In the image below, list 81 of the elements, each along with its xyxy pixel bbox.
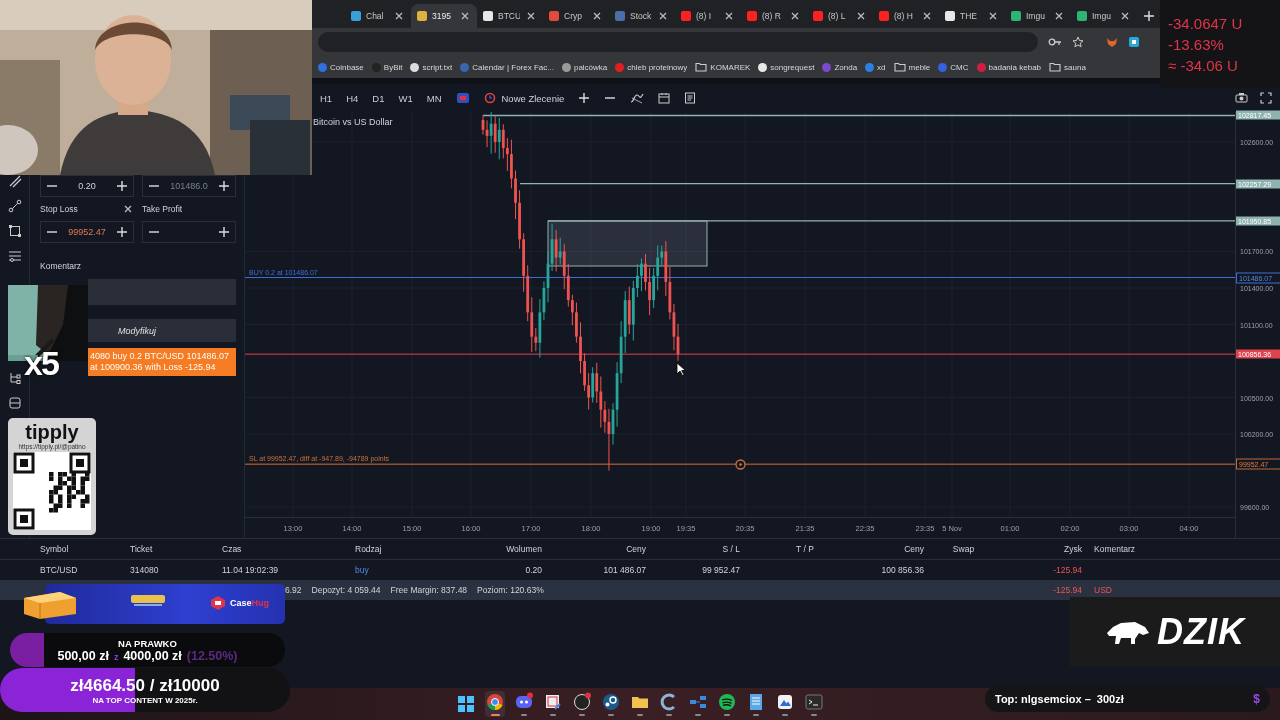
bookmark-link[interactable]: meble [908, 62, 931, 72]
dollar-icon: $ [1253, 692, 1260, 706]
table-cell-text: BTC/USD [40, 564, 79, 577]
column-header[interactable]: Ceny [870, 539, 924, 560]
column-header[interactable]: Zysk [1003, 539, 1082, 560]
bookmark-link[interactable]: script.txt [422, 62, 453, 72]
summary-text: Depozyt: 4 059.44 [311, 585, 381, 595]
currency-label: USD [1082, 580, 1280, 600]
bookmark-link[interactable]: chleb proteinowy [627, 62, 688, 72]
timeframe-button[interactable]: H4 [346, 92, 359, 104]
brand-logo: CaseHug [230, 598, 269, 608]
notification-banner: 4080 buy 0.2 BTC/USD 101486.07 at 100900.36 with Loss -125.94 [88, 348, 236, 376]
summary-text: 6.92 [285, 585, 302, 595]
table-cell-text: 314080 [130, 564, 160, 577]
column-header[interactable]: Ceny [542, 539, 646, 560]
column-header[interactable]: Swap [924, 539, 1003, 560]
column-header[interactable]: Komentarz [1082, 539, 1280, 560]
bookmark-link[interactable]: Calendar | Forex Fac... [472, 62, 554, 72]
table-cell-text: 99 952.47 [701, 564, 740, 577]
browser-tab[interactable]: (8) R [741, 4, 807, 28]
multiplier-text: x5 [24, 344, 58, 383]
summary-text: Poziom: 120.63% [477, 585, 544, 595]
browser-tab[interactable]: Chal [345, 4, 411, 28]
bookmark-link[interactable]: songrequest [770, 62, 815, 72]
summary-text: Free Margin: 837.48 [390, 585, 468, 595]
goal-percent: (12.50%) [186, 648, 238, 663]
browser-tab[interactable]: Cryp [543, 4, 609, 28]
bookmark-link[interactable]: badania kebab [988, 62, 1042, 72]
column-header[interactable]: Ticket [130, 539, 222, 560]
goal-title: NA PRAWKO [118, 637, 177, 649]
bookmark-link[interactable]: xd [877, 62, 886, 72]
brand-logo: DZIK [1157, 611, 1245, 653]
column-header[interactable]: T / P [740, 539, 870, 560]
summary-profit: -125.94 [1003, 580, 1082, 600]
browser-tab[interactable]: 3195 [411, 4, 477, 28]
chart-title: Bitcoin vs US Dollar [313, 117, 393, 127]
browser-tab[interactable]: THE [939, 4, 1005, 28]
stat-value: ≈ -34.06 U [1168, 56, 1239, 74]
stat-value: -13.63% [1168, 35, 1225, 53]
table-cell-text: 0.20 [524, 564, 542, 577]
timeframe-button[interactable]: H1 [320, 92, 333, 104]
stepper-field[interactable]: 0.20 [40, 175, 134, 197]
table-cell-text: 101 486.07 [602, 564, 646, 577]
stat-value: -34.0647 U [1168, 14, 1244, 32]
bookmark-link[interactable]: KOMAREK [710, 62, 751, 72]
column-header[interactable]: Symbol [40, 539, 130, 560]
field-label: Take Profit [142, 204, 183, 214]
timeframe-button[interactable]: W1 [398, 92, 413, 104]
goal-separator: z [113, 651, 119, 662]
table-cell-text: -125.94 [1052, 564, 1082, 577]
browser-tab[interactable]: (8) L [807, 4, 873, 28]
table-cell-text: buy [355, 564, 370, 577]
stepper-field[interactable]: 101486.0 [142, 175, 236, 197]
browser-tab[interactable]: Stock [609, 4, 675, 28]
column-header[interactable]: Rodzaj [355, 539, 440, 560]
bookmark-link[interactable]: sauna [1064, 62, 1086, 72]
browser-tab[interactable]: (8) I [675, 4, 741, 28]
column-header[interactable]: Czas [222, 539, 355, 560]
browser-tab[interactable]: (8) H [873, 4, 939, 28]
table-cell-text: 11.04 19:02:39 [222, 564, 280, 577]
goal-target: 4000,00 zł [123, 648, 182, 663]
browser-tab[interactable]: Imgu [1005, 4, 1071, 28]
donor-text: Top: nlgsemciox – 300zł [995, 693, 1124, 705]
bookmark-link[interactable]: Coinbase [330, 62, 364, 72]
goal-amount: 500,00 zł [57, 648, 109, 663]
stepper-field[interactable]: 99952.47 [40, 221, 134, 243]
timeframe-button[interactable]: MN [426, 92, 442, 104]
new-order-button[interactable]: Nowe Zlecenie [501, 92, 565, 104]
column-header[interactable]: S / L [646, 539, 740, 560]
field-label: Stop Loss [40, 204, 78, 214]
timeframe-button[interactable]: D1 [372, 92, 385, 104]
table-cell-text: 100 856.36 [880, 564, 924, 577]
bookmark-link[interactable]: palcówka [573, 62, 608, 72]
field-label: Komentarz [40, 261, 83, 271]
bookmark-link[interactable]: CMC [950, 62, 969, 72]
bookmark-link[interactable]: ByBit [383, 62, 403, 72]
browser-tab[interactable]: BTCU [477, 4, 543, 28]
browser-tab[interactable]: Imgu [1071, 4, 1137, 28]
column-header[interactable]: Wolumen [440, 539, 542, 560]
bookmark-link[interactable]: Zonda [834, 62, 858, 72]
modify-button[interactable]: Modyfikuj [88, 319, 236, 342]
